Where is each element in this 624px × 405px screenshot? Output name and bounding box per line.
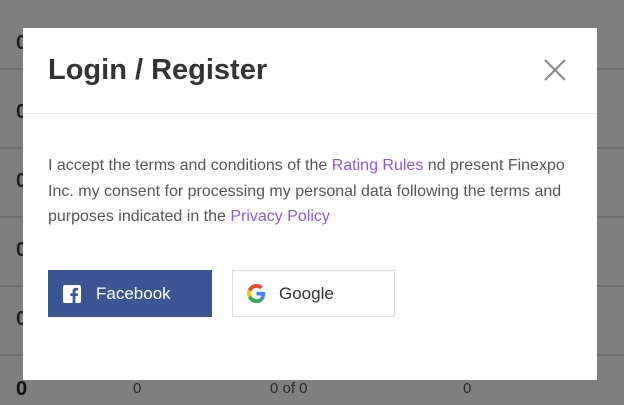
login-register-modal: Login / Register I accept the terms and …: [23, 28, 597, 380]
consent-text: I accept the terms and conditions of the…: [48, 153, 578, 230]
google-login-button[interactable]: Google: [232, 270, 395, 317]
footer-cell: 0 of 0: [270, 380, 308, 397]
privacy-policy-link[interactable]: Privacy Policy: [230, 208, 330, 225]
footer-cell: 0: [463, 380, 472, 397]
google-button-label: Google: [279, 283, 334, 303]
consent-text-start: I accept the terms and conditions of the: [48, 157, 332, 174]
footer-cell: 0: [16, 378, 28, 400]
facebook-login-button[interactable]: Facebook: [48, 270, 212, 317]
facebook-button-label: Facebook: [96, 283, 171, 303]
modal-header: Login / Register: [23, 28, 597, 114]
close-icon: [544, 59, 566, 81]
modal-title: Login / Register: [48, 54, 268, 86]
rating-rules-link[interactable]: Rating Rules: [332, 157, 424, 174]
close-button[interactable]: [543, 58, 567, 82]
footer-cell: 0: [133, 380, 142, 397]
facebook-icon: [63, 284, 81, 303]
google-icon: [247, 284, 266, 303]
